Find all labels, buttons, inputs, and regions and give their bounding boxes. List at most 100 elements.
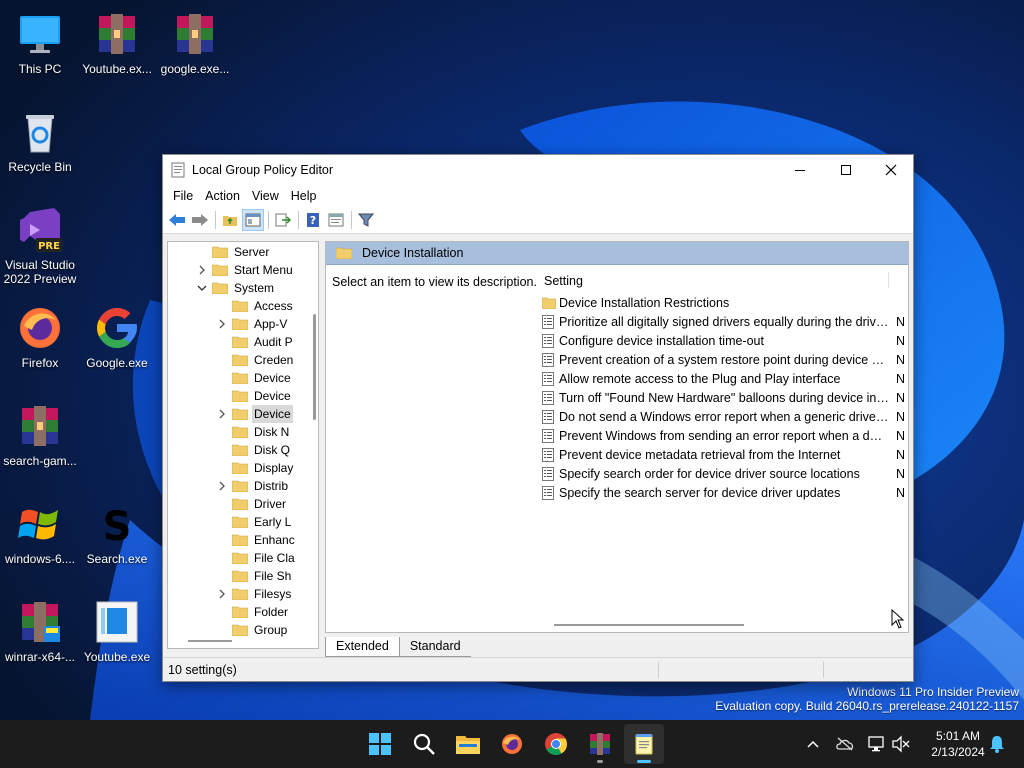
tree-item[interactable]: Disk Q — [216, 441, 292, 459]
up-one-level-button[interactable] — [219, 209, 241, 231]
tree-item[interactable]: Start Menu — [196, 261, 295, 279]
tray-network[interactable] — [865, 732, 889, 756]
policy-setting-row[interactable]: Do not send a Windows error report when … — [542, 407, 908, 426]
tree-item[interactable]: Folder — [216, 603, 290, 621]
tree-item-label: Filesys — [254, 587, 292, 601]
policy-setting-row[interactable]: Prioritize all digitally signed drivers … — [542, 312, 908, 331]
desktop-icon-winrar-x64[interactable]: winrar-x64-... — [0, 592, 80, 684]
notifications-button[interactable] — [985, 732, 1009, 756]
column-divider[interactable] — [888, 272, 889, 288]
tree-item[interactable]: System — [196, 279, 276, 297]
taskbar-winrar[interactable] — [580, 724, 620, 764]
settings-folder-row[interactable]: Device Installation Restrictions — [541, 293, 908, 312]
tray-volume[interactable] — [889, 732, 913, 756]
policy-setting-row[interactable]: Prevent creation of a system restore poi… — [542, 350, 908, 369]
window-titlebar[interactable]: Local Group Policy Editor — [163, 155, 913, 185]
chevron-right-icon[interactable] — [216, 318, 228, 330]
tree-vertical-scrollbar[interactable] — [313, 314, 316, 420]
minimize-button[interactable] — [777, 155, 823, 185]
tree-expander-spacer — [216, 354, 228, 366]
start-button[interactable] — [360, 724, 400, 764]
desktop-icon-recycle-bin[interactable]: Recycle Bin — [0, 102, 80, 194]
menu-file[interactable]: File — [167, 185, 199, 207]
policy-setting-row[interactable]: Specify the search server for device dri… — [542, 483, 908, 502]
taskbar: 5:01 AM 2/13/2024 — [0, 720, 1024, 768]
tree-item[interactable]: Filesys — [216, 585, 293, 603]
taskbar-notepad[interactable] — [624, 724, 664, 764]
column-header-setting[interactable]: Setting — [544, 274, 583, 288]
tree-expander-spacer — [216, 534, 228, 546]
desktop-icon-windows-6[interactable]: windows-6.... — [0, 494, 80, 586]
toolbar-separator — [268, 211, 269, 229]
onedrive-offline-icon — [836, 737, 854, 751]
desktop-icon-search-exe[interactable]: S Search.exe — [77, 494, 157, 586]
chevron-right-icon[interactable] — [216, 408, 228, 420]
desktop-icon-google-exe[interactable]: Google.exe — [77, 298, 157, 390]
tree-item[interactable]: Device — [216, 369, 293, 387]
svg-text:S: S — [103, 504, 132, 548]
policy-setting-row[interactable]: Allow remote access to the Plug and Play… — [542, 369, 908, 388]
tree-item[interactable]: Audit P — [216, 333, 295, 351]
show-hide-tree-button[interactable] — [242, 209, 264, 231]
desktop-icon-youtube-ex[interactable]: Youtube.ex... — [77, 4, 157, 96]
back-button[interactable] — [166, 209, 188, 231]
firefox-icon — [502, 734, 522, 754]
taskbar-chrome[interactable] — [536, 724, 576, 764]
chevron-right-icon[interactable] — [216, 588, 228, 600]
tree-item[interactable]: Disk N — [216, 423, 291, 441]
filter-button[interactable] — [355, 209, 377, 231]
tree-item[interactable]: Early L — [216, 513, 293, 531]
policy-setting-row[interactable]: Prevent device metadata retrieval from t… — [542, 445, 908, 464]
chevron-right-icon[interactable] — [196, 264, 208, 276]
desktop-icon-google-exe-archive[interactable]: google.exe... — [155, 4, 235, 96]
tree-item[interactable]: File Cla — [216, 549, 297, 567]
desktop-icon-youtube-exe[interactable]: Youtube.exe — [77, 592, 157, 684]
policy-editor-app-icon — [171, 162, 185, 178]
menu-action[interactable]: Action — [199, 185, 246, 207]
tree-horizontal-scrollbar[interactable] — [188, 640, 232, 642]
tree-item[interactable]: Server — [196, 243, 271, 261]
group-policy-editor-window[interactable]: Local Group Policy Editor File Action Vi… — [162, 154, 914, 682]
policy-setting-row[interactable]: Configure device installation time-out N — [542, 331, 908, 350]
tree-item[interactable]: Distrib — [216, 477, 290, 495]
policy-setting-row[interactable]: Specify search order for device driver s… — [542, 464, 908, 483]
navigation-tree[interactable]: Server Start Menu System Access App-V Audit P… — [167, 241, 319, 649]
tray-onedrive[interactable] — [833, 732, 857, 756]
folder-icon — [231, 300, 249, 313]
taskbar-search-button[interactable] — [404, 724, 444, 764]
desktop-icon-firefox[interactable]: Firefox — [0, 298, 80, 390]
taskbar-firefox[interactable] — [492, 724, 532, 764]
tree-item[interactable]: File Sh — [216, 567, 293, 585]
menu-help[interactable]: Help — [285, 185, 323, 207]
desktop-icon-search-gam[interactable]: search-gam... — [0, 396, 80, 488]
maximize-button[interactable] — [823, 155, 869, 185]
tree-item-label: Folder — [254, 605, 289, 619]
chevron-down-icon[interactable] — [196, 282, 208, 294]
tree-item[interactable]: App-V — [216, 315, 289, 333]
chevron-right-icon[interactable] — [216, 480, 228, 492]
tree-item[interactable]: Device — [216, 405, 293, 423]
help-button[interactable]: ? — [302, 209, 324, 231]
policy-setting-row[interactable]: Prevent Windows from sending an error re… — [542, 426, 908, 445]
tree-item[interactable]: Creden — [216, 351, 295, 369]
properties-button[interactable] — [325, 209, 347, 231]
tree-item[interactable]: Group — [216, 621, 289, 639]
tree-item[interactable]: Display — [216, 459, 295, 477]
tree-item[interactable]: Enhanc — [216, 531, 297, 549]
export-list-button[interactable] — [272, 209, 294, 231]
show-hidden-icons-button[interactable] — [801, 732, 825, 756]
tab-standard[interactable]: Standard — [399, 637, 471, 657]
tree-item[interactable]: Device — [216, 387, 293, 405]
tree-item[interactable]: Access — [216, 297, 295, 315]
taskbar-file-explorer[interactable] — [448, 724, 488, 764]
tab-extended[interactable]: Extended — [325, 637, 400, 657]
list-horizontal-scrollbar[interactable] — [554, 624, 744, 626]
desktop-icon-this-pc[interactable]: This PC — [0, 4, 80, 96]
policy-setting-row[interactable]: Turn off "Found New Hardware" balloons d… — [542, 388, 908, 407]
close-button[interactable] — [868, 155, 914, 185]
menu-view[interactable]: View — [246, 185, 285, 207]
desktop-icon-visual-studio[interactable]: PRE Visual Studio 2022 Preview — [0, 200, 80, 300]
tree-item[interactable]: Driver — [216, 495, 288, 513]
setting-state: N — [896, 466, 906, 481]
forward-button[interactable] — [189, 209, 211, 231]
